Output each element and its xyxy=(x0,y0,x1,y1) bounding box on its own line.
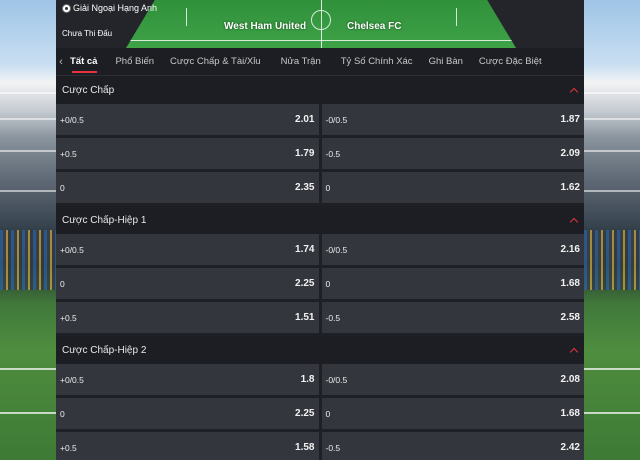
section-header[interactable]: Cược Chấp-Hiệp 1 xyxy=(56,206,584,234)
odds-value: 2.35 xyxy=(295,182,315,193)
section-header[interactable]: Cược Chấp-Hiệp 2 xyxy=(56,336,584,364)
away-odds-cell[interactable]: -0/0.5 2.08 xyxy=(321,364,584,395)
handicap-line: +0.5 xyxy=(60,312,77,323)
stadium-background-right xyxy=(584,0,640,460)
handicap-line: -0.5 xyxy=(325,442,341,453)
away-odds-cell[interactable]: -0.5 2.42 xyxy=(321,432,584,460)
odds-value: 1.62 xyxy=(560,182,580,193)
tab-special[interactable]: Cược Đặc Biệt xyxy=(469,48,548,76)
tab-popular[interactable]: Phổ Biến xyxy=(103,48,160,76)
market-section: Cược Chấp +0/0.5 2.01 -0/0.5 1.87 +0.5 1.79… xyxy=(56,76,584,203)
league-title: Giải Ngoại Hạng Anh xyxy=(62,3,157,13)
away-odds-cell[interactable]: 0 1.68 xyxy=(321,398,584,429)
handicap-line: +0/0.5 xyxy=(60,244,84,255)
odds-value: 2.58 xyxy=(560,312,580,323)
handicap-line: -0/0.5 xyxy=(325,374,348,385)
odds-value: 1.51 xyxy=(295,312,315,323)
handicap-line: 0 xyxy=(325,278,331,289)
handicap-line: 0 xyxy=(325,182,331,193)
home-odds-cell[interactable]: +0/0.5 2.01 xyxy=(56,104,319,135)
handicap-line: 0 xyxy=(60,408,65,419)
chevron-up-icon[interactable] xyxy=(570,86,578,94)
handicap-line: 0 xyxy=(325,408,331,419)
odds-row: +0/0.5 1.8 -0/0.5 2.08 xyxy=(56,364,584,395)
odds-value: 2.09 xyxy=(560,148,580,159)
section-title: Cược Chấp-Hiệp 2 xyxy=(62,344,147,356)
chevron-left-icon[interactable]: ‹ xyxy=(56,56,66,68)
section-title: Cược Chấp-Hiệp 1 xyxy=(62,214,147,226)
away-team-name: Chelsea FC xyxy=(347,21,402,32)
football-icon xyxy=(62,3,71,13)
handicap-line: 0 xyxy=(60,278,65,289)
odds-value: 1.74 xyxy=(295,244,315,255)
odds-value: 1.58 xyxy=(295,442,315,453)
market-section: Cược Chấp-Hiệp 1 +0/0.5 1.74 -0/0.5 2.16 0… xyxy=(56,206,584,333)
away-odds-cell[interactable]: -0.5 2.09 xyxy=(321,138,584,169)
league-name: Giải Ngoại Hạng Anh xyxy=(73,3,158,13)
home-odds-cell[interactable]: 0 2.25 xyxy=(56,398,319,429)
odds-row: 0 2.35 0 1.62 xyxy=(56,172,584,203)
handicap-line: -0/0.5 xyxy=(325,114,348,125)
handicap-line: -0.5 xyxy=(325,148,341,159)
odds-row: 0 2.25 0 1.68 xyxy=(56,398,584,429)
home-odds-cell[interactable]: +0.5 1.58 xyxy=(56,432,319,460)
tab-correct-score[interactable]: Tỷ Số Chính Xác xyxy=(327,48,419,76)
handicap-line: -0.5 xyxy=(325,312,341,323)
away-odds-cell[interactable]: 0 1.68 xyxy=(321,268,584,299)
section-title: Cược Chấp xyxy=(62,84,115,96)
odds-row: +0.5 1.79 -0.5 2.09 xyxy=(56,138,584,169)
odds-value: 1.79 xyxy=(295,148,315,159)
odds-row: +0/0.5 2.01 -0/0.5 1.87 xyxy=(56,104,584,135)
odds-row: 0 2.25 0 1.68 xyxy=(56,268,584,299)
odds-row: +0.5 1.58 -0.5 2.42 xyxy=(56,432,584,460)
stadium-background-left xyxy=(0,0,56,460)
odds-value: 2.42 xyxy=(560,442,580,453)
handicap-line: +0.5 xyxy=(60,442,77,453)
chevron-up-icon[interactable] xyxy=(570,216,578,224)
home-odds-cell[interactable]: +0/0.5 1.74 xyxy=(56,234,319,265)
odds-value: 2.16 xyxy=(560,244,580,255)
home-odds-cell[interactable]: +0.5 1.51 xyxy=(56,302,319,333)
home-odds-cell[interactable]: 0 2.25 xyxy=(56,268,319,299)
handicap-line: 0 xyxy=(60,182,65,193)
odds-value: 2.01 xyxy=(295,114,315,125)
tab-half-time[interactable]: Nửa Trận xyxy=(267,48,327,76)
home-odds-cell[interactable]: +0/0.5 1.8 xyxy=(56,364,319,395)
odds-value: 2.08 xyxy=(560,374,580,385)
away-odds-cell[interactable]: -0/0.5 1.87 xyxy=(321,104,584,135)
home-team-name: West Ham United xyxy=(224,21,307,32)
odds-row: +0/0.5 1.74 -0/0.5 2.16 xyxy=(56,234,584,265)
odds-value: 2.25 xyxy=(295,278,315,289)
away-odds-cell[interactable]: -0/0.5 2.16 xyxy=(321,234,584,265)
home-odds-cell[interactable]: 0 2.35 xyxy=(56,172,319,203)
odds-value: 1.68 xyxy=(560,408,580,419)
pitch-graphic xyxy=(126,0,516,48)
home-odds-cell[interactable]: +0.5 1.79 xyxy=(56,138,319,169)
section-header[interactable]: Cược Chấp xyxy=(56,76,584,104)
odds-value: 2.25 xyxy=(295,408,315,419)
away-odds-cell[interactable]: 0 1.62 xyxy=(321,172,584,203)
tab-handicap-over-under[interactable]: Cược Chấp & Tài/Xỉu xyxy=(160,48,267,76)
handicap-line: +0/0.5 xyxy=(60,374,84,385)
tab-goalscorer[interactable]: Ghi Bàn xyxy=(419,48,469,76)
chevron-up-icon[interactable] xyxy=(570,346,578,354)
away-odds-cell[interactable]: -0.5 2.58 xyxy=(321,302,584,333)
odds-value: 1.68 xyxy=(560,278,580,289)
betting-panel: Giải Ngoại Hạng Anh Chưa Thi Đấu West Ha… xyxy=(56,0,584,460)
handicap-line: +0.5 xyxy=(60,148,77,159)
odds-value: 1.87 xyxy=(560,114,580,125)
tab-all[interactable]: Tất cả xyxy=(66,48,103,76)
match-status: Chưa Thi Đấu xyxy=(62,29,113,38)
handicap-line: -0/0.5 xyxy=(325,244,348,255)
match-header: Giải Ngoại Hạng Anh Chưa Thi Đấu West Ha… xyxy=(56,0,584,48)
odds-value: 1.8 xyxy=(300,374,315,385)
handicap-line: +0/0.5 xyxy=(60,114,84,125)
market-tabs: ‹ Tất cả Phổ Biến Cược Chấp & Tài/Xỉu Nử… xyxy=(56,48,584,76)
odds-row: +0.5 1.51 -0.5 2.58 xyxy=(56,302,584,333)
market-section: Cược Chấp-Hiệp 2 +0/0.5 1.8 -0/0.5 2.08 02… xyxy=(56,336,584,460)
